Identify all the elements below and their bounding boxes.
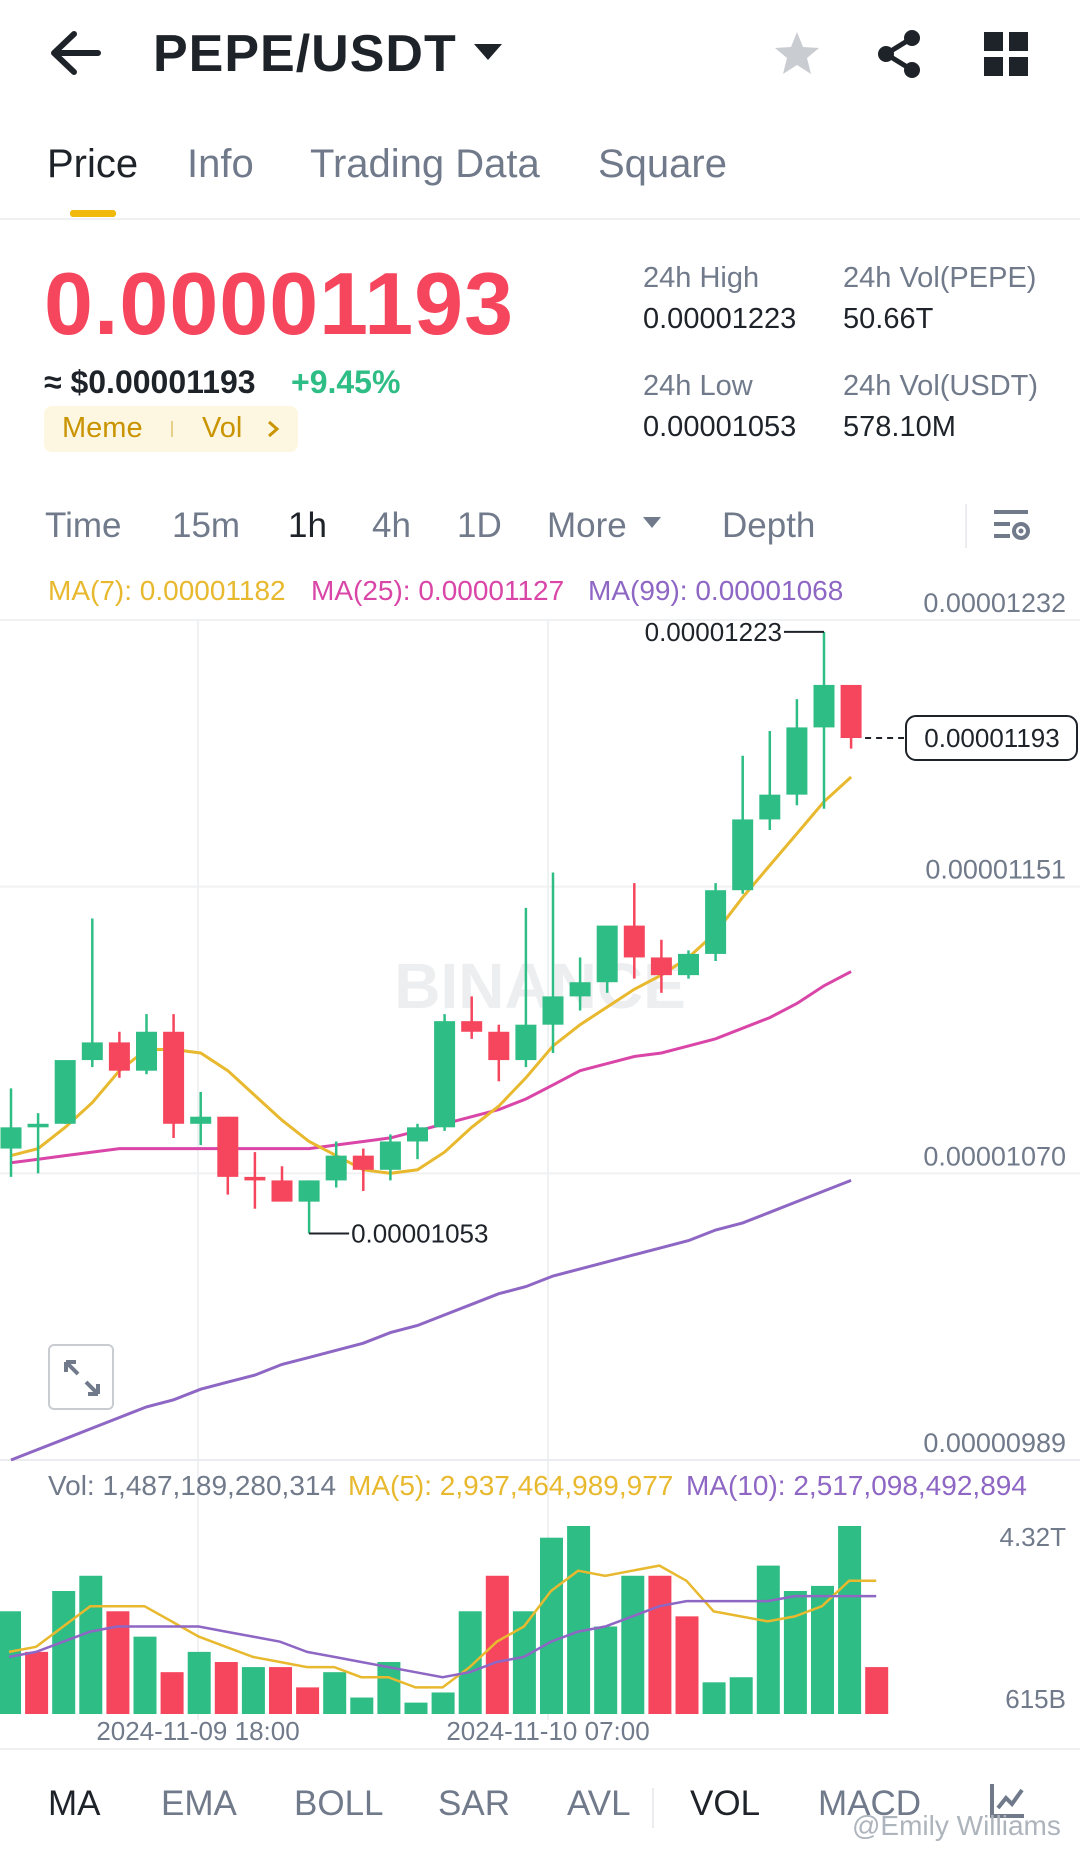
- volume-bar: [567, 1526, 591, 1714]
- indicator-sar[interactable]: SAR: [438, 1784, 510, 1824]
- high-marker-label: 0.00001223: [645, 617, 782, 647]
- indicator-ema[interactable]: EMA: [161, 1784, 237, 1824]
- volume-bar: [485, 1575, 509, 1714]
- candle-body: [678, 953, 699, 976]
- volume-bar: [350, 1697, 374, 1714]
- candle-body: [542, 996, 564, 1025]
- volume-bar: [404, 1702, 428, 1714]
- volume-bar: [431, 1692, 455, 1714]
- candle-body: [244, 1176, 266, 1181]
- vol-ma10-legend: MA(10): 2,517,098,492,894: [686, 1470, 1027, 1501]
- indicator-boll[interactable]: BOLL: [294, 1784, 384, 1824]
- candle-body: [759, 794, 781, 820]
- volume-bar: [540, 1537, 563, 1714]
- volume-bar: [621, 1575, 645, 1714]
- candle-body: [379, 1141, 401, 1170]
- candle-body: [732, 819, 754, 891]
- indicator-ma[interactable]: MA: [48, 1784, 101, 1824]
- candle-body: [108, 1042, 130, 1071]
- volume-bar: [269, 1667, 292, 1714]
- volume-bar: [323, 1672, 347, 1714]
- candle-body: [488, 1031, 510, 1061]
- candlestick-chart[interactable]: BINANCE 0.000012320.000011510.000010700.…: [0, 0, 1080, 1849]
- candle-body: [650, 957, 672, 976]
- candle-body: [163, 1031, 185, 1124]
- volume-bar: [783, 1590, 807, 1714]
- time-axis: 2024-11-09 18:00 2024-11-10 07:00: [96, 1716, 649, 1746]
- time-tick-label: 2024-11-09 18:00: [96, 1716, 299, 1746]
- candle-body: [623, 925, 645, 958]
- candle-body: [813, 684, 835, 728]
- volume-tick-label: 4.32T: [1000, 1522, 1067, 1552]
- vol-ma5-legend: MA(5): 2,937,464,989,977: [348, 1470, 674, 1501]
- candle-body: [190, 1116, 212, 1124]
- candle-body: [0, 1127, 22, 1149]
- volume-bar: [865, 1667, 889, 1714]
- candle-body: [352, 1155, 374, 1170]
- low-marker-label: 0.00001053: [351, 1218, 488, 1248]
- candle-body: [54, 1060, 76, 1124]
- volume-bar: [0, 1611, 21, 1714]
- candle-body: [136, 1031, 157, 1071]
- candle-body: [217, 1116, 239, 1177]
- volume-bar: [838, 1526, 862, 1714]
- price-tick-label: 0.00000989: [923, 1428, 1066, 1458]
- candles: [0, 631, 862, 1234]
- volume-bar: [756, 1565, 780, 1714]
- ma-lines: [10, 775, 853, 1462]
- volume-bar: [214, 1662, 238, 1714]
- volume-bar: [729, 1677, 753, 1714]
- volume-bar: [296, 1687, 320, 1714]
- candle-body: [434, 1021, 456, 1128]
- volume-bar: [79, 1575, 103, 1714]
- volume-bar: [133, 1636, 157, 1714]
- candle-body: [407, 1127, 428, 1142]
- candle-body: [325, 1155, 347, 1181]
- volume-bar: [458, 1611, 482, 1714]
- candle-body: [271, 1180, 293, 1202]
- volume-bar: [702, 1682, 726, 1714]
- indicator-vol[interactable]: VOL: [690, 1784, 760, 1824]
- user-watermark: @Emily Williams: [852, 1810, 1061, 1841]
- volume-bar: [241, 1667, 265, 1714]
- candle-body: [705, 890, 727, 954]
- candle-body: [515, 1024, 537, 1061]
- price-tick-label: 0.00001151: [925, 855, 1066, 885]
- volume-bar: [648, 1575, 672, 1714]
- vol-legend: Vol: 1,487,189,280,314: [48, 1470, 337, 1501]
- indicator-avl[interactable]: AVL: [567, 1784, 631, 1824]
- candle-body: [27, 1123, 49, 1128]
- candle-body: [840, 684, 862, 739]
- candle-body: [298, 1180, 320, 1202]
- volume-bar: [675, 1616, 699, 1714]
- volume-bar: [25, 1651, 49, 1714]
- candle-body: [461, 1021, 483, 1032]
- volume-bar: [594, 1626, 618, 1714]
- indicator-divider: [652, 1788, 654, 1828]
- fullscreen-button[interactable]: [48, 1344, 114, 1410]
- price-tick-label: 0.00001070: [923, 1141, 1066, 1171]
- last-price-label: 0.00001193: [924, 723, 1059, 753]
- volume-bar: [187, 1651, 211, 1714]
- candle-body: [81, 1042, 103, 1061]
- expand-icon: [64, 1360, 100, 1396]
- time-tick-label: 2024-11-10 07:00: [446, 1716, 649, 1746]
- candle-body: [786, 727, 808, 795]
- volume-bar: [52, 1590, 76, 1714]
- candle-body: [596, 925, 618, 983]
- price-tick-label: 0.00001232: [923, 588, 1066, 618]
- volume-axis: 4.32T 615B: [1000, 1522, 1067, 1714]
- candle-body: [569, 982, 591, 997]
- volume-bar: [160, 1672, 184, 1714]
- volume-tick-label: 615B: [1005, 1684, 1066, 1714]
